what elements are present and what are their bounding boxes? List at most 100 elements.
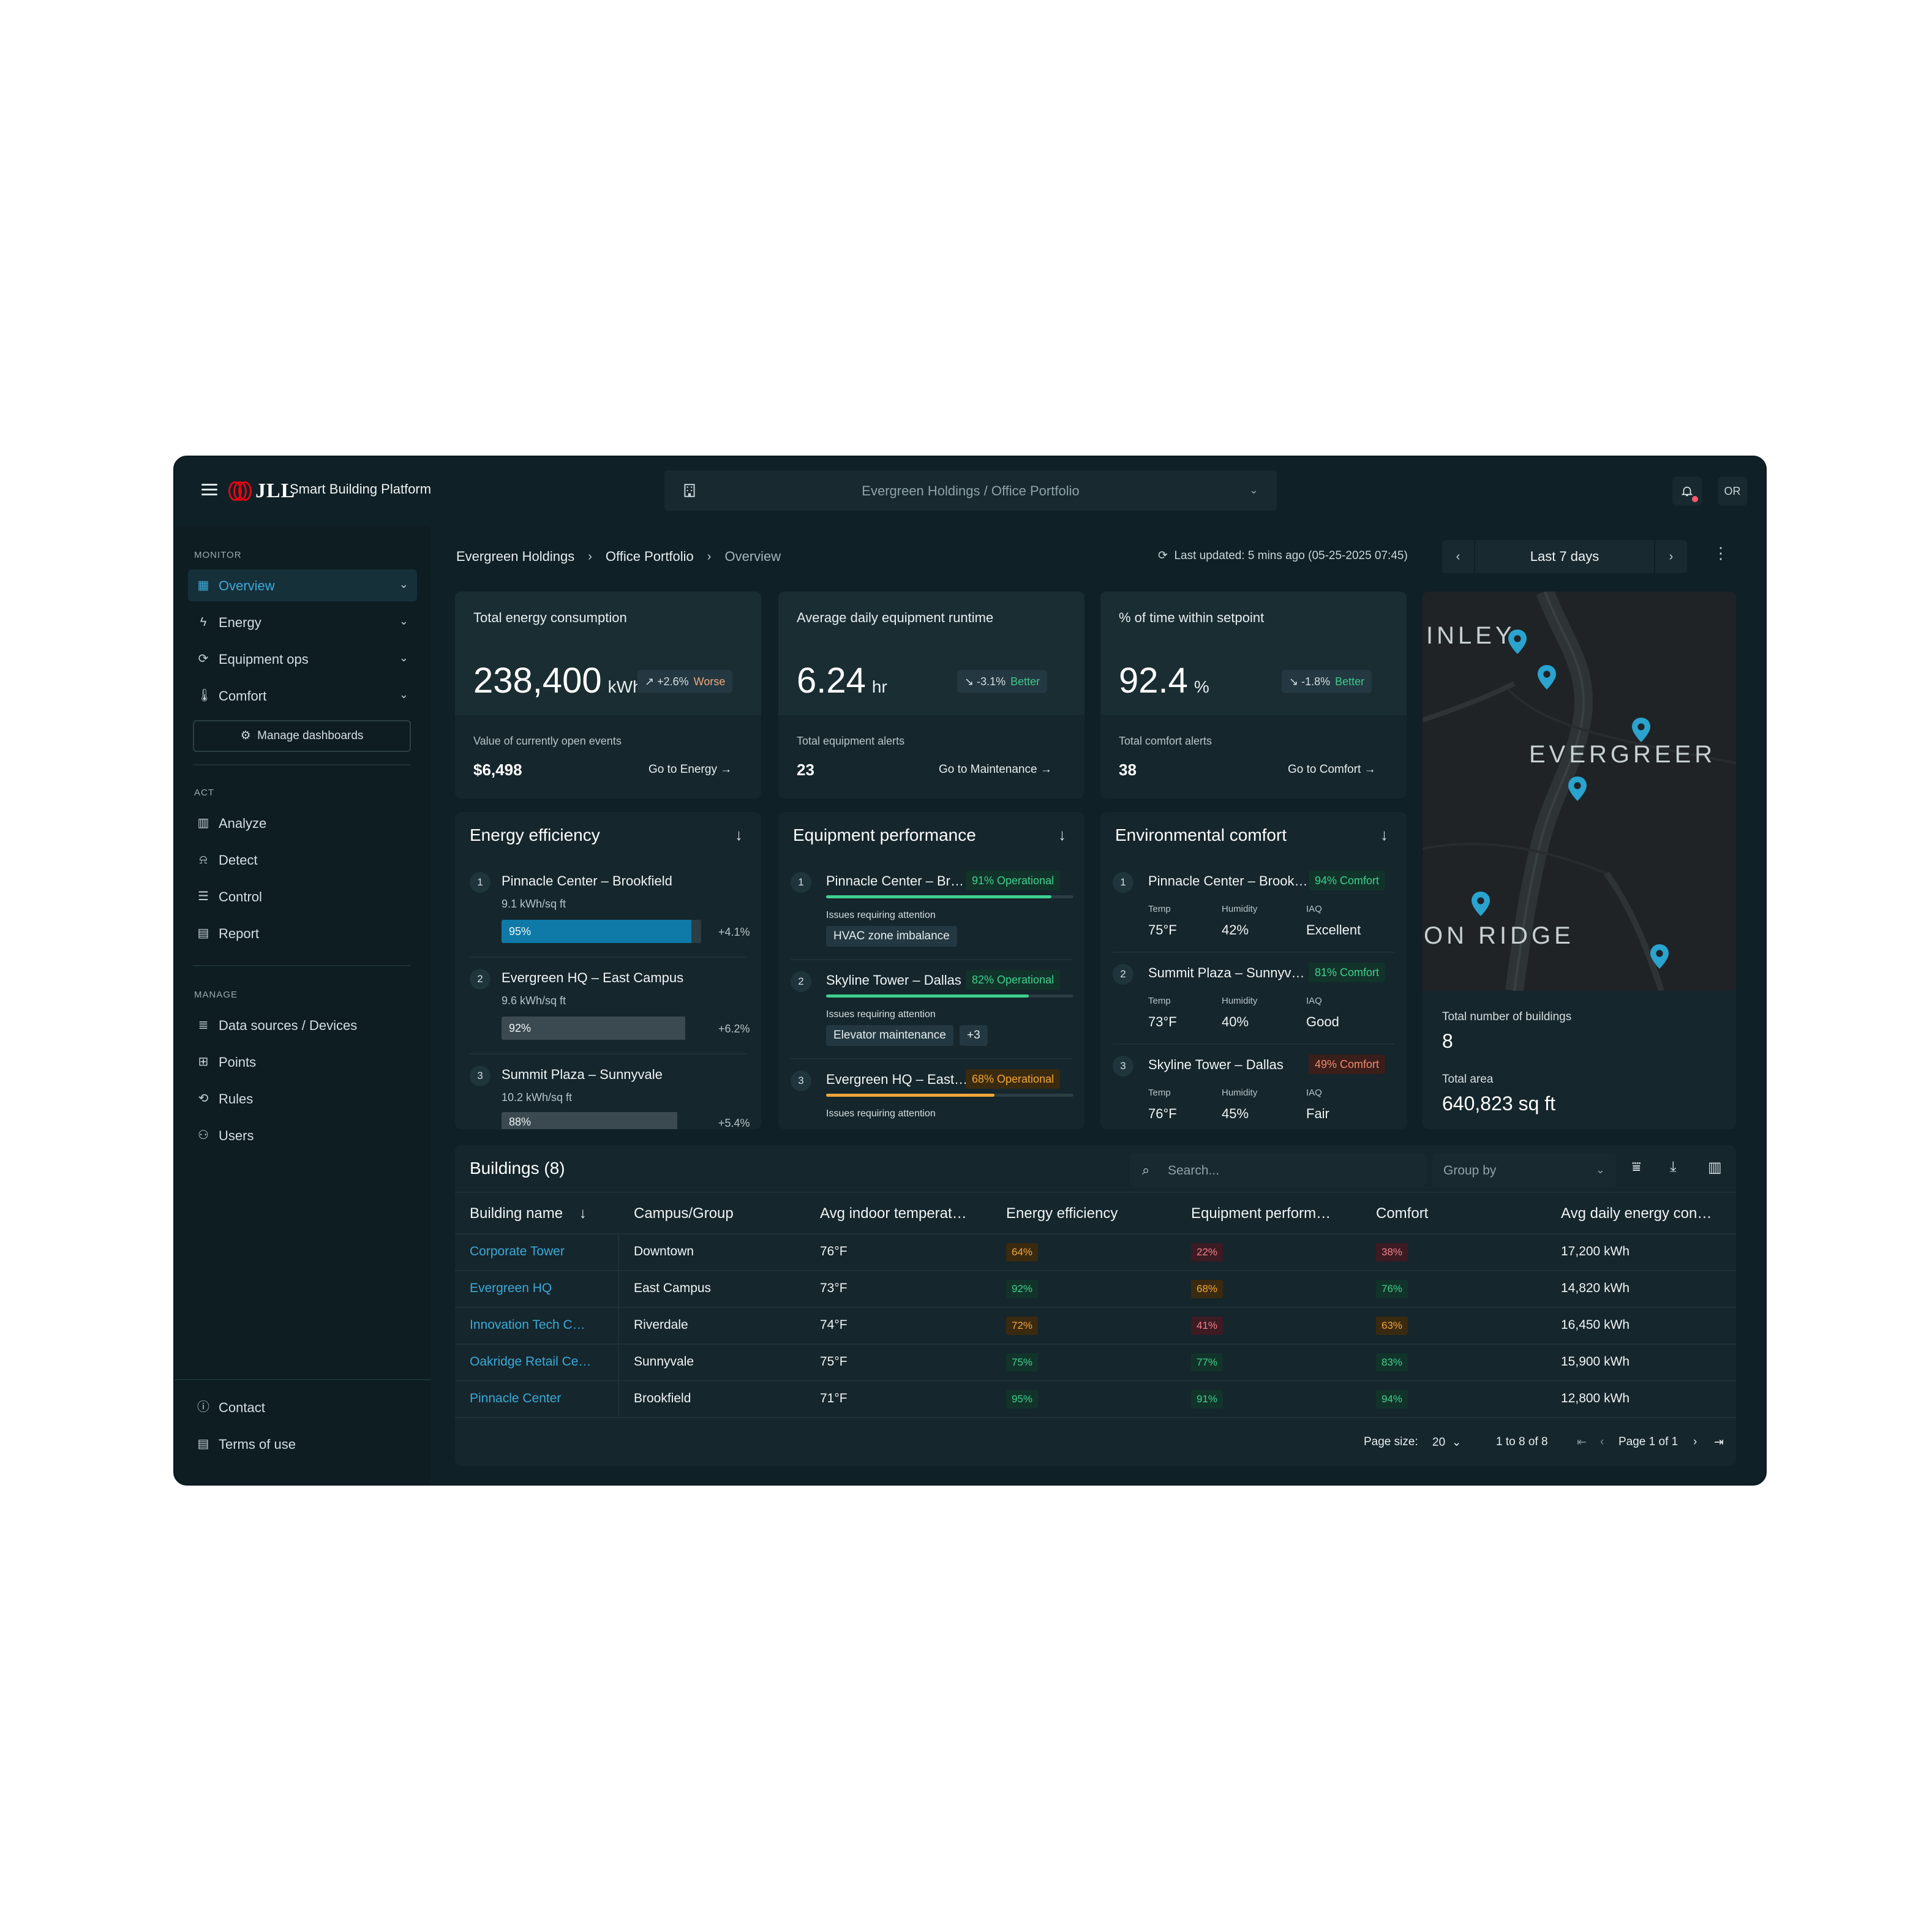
column-header-campus[interactable]: Campus/Group (634, 1205, 734, 1222)
building-link[interactable]: Corporate Tower (470, 1244, 565, 1259)
arrow-right-icon: → (720, 763, 732, 776)
sidebar-item-control[interactable]: ☰ Control (188, 881, 417, 912)
users-icon: ⚇ (198, 1129, 209, 1142)
avatar[interactable]: OR (1718, 476, 1747, 506)
search-input[interactable]: ⌕ Search... (1130, 1154, 1426, 1187)
more-issues-chip[interactable]: +3 (960, 1025, 988, 1046)
date-range-value[interactable]: Last 7 days (1474, 540, 1655, 573)
go-to-energy-link[interactable]: Go to Energy → (648, 763, 732, 776)
kpi-value: 92.4% (1119, 660, 1209, 701)
sidebar-item-rules[interactable]: ⟲ Rules (188, 1083, 417, 1114)
comfort-badge: 94% (1376, 1390, 1408, 1408)
refresh-icon[interactable]: ⟳ (1158, 549, 1168, 562)
sidebar-item-users[interactable]: ⚇ Users (188, 1119, 417, 1151)
map-pin-icon[interactable] (1632, 718, 1650, 742)
column-header-comfort[interactable]: Comfort (1376, 1205, 1428, 1222)
first-page-icon[interactable]: ⇤ (1577, 1435, 1587, 1449)
map-pin-icon[interactable] (1472, 892, 1490, 916)
manage-dashboards-button[interactable]: ⚙ Manage dashboards (193, 720, 411, 752)
efficiency-delta: +6.2% (718, 1023, 750, 1035)
group-by-select[interactable]: Group by ⌄ (1432, 1154, 1616, 1187)
column-header-building-name[interactable]: Building name ↓ (470, 1205, 587, 1222)
panel-title: Environmental comfort (1115, 825, 1287, 844)
chevron-left-icon[interactable]: ‹ (1600, 1435, 1604, 1449)
notifications-button[interactable] (1672, 476, 1702, 506)
efficiency-badge: 92% (1006, 1280, 1039, 1298)
sort-down-icon[interactable]: ↓ (1380, 825, 1388, 844)
sidebar-item-label: Data sources / Devices (219, 1018, 358, 1033)
column-header-equipment[interactable]: Equipment perform… (1191, 1205, 1331, 1222)
page-size-select[interactable]: 20 ⌄ (1432, 1435, 1462, 1449)
column-header-energy-efficiency[interactable]: Energy efficiency (1006, 1205, 1118, 1222)
last-page-icon[interactable]: ⇥ (1714, 1435, 1724, 1449)
sidebar-item-data-sources[interactable]: ≣ Data sources / Devices (188, 1009, 417, 1041)
map-pin-icon[interactable] (1538, 665, 1556, 690)
building-link[interactable]: Innovation Tech C… (470, 1318, 585, 1332)
go-to-maintenance-link[interactable]: Go to Maintenance → (939, 763, 1052, 776)
kpi-sub-label: Total comfort alerts (1119, 735, 1212, 747)
go-to-comfort-link[interactable]: Go to Comfort → (1288, 763, 1376, 776)
table-row[interactable]: Evergreen HQ East Campus 73°F 92% 68% 76… (455, 1271, 1736, 1307)
sidebar: MONITOR ▦ Overview ⌄ ϟ Energy ⌄ ⟳ Equipm… (175, 525, 432, 1484)
divider (175, 1379, 430, 1380)
table-row[interactable]: Innovation Tech C… Riverdale 74°F 72% 41… (455, 1308, 1736, 1344)
temp-cell: 75°F (820, 1355, 848, 1369)
table-row[interactable]: Pinnacle Center Brookfield 71°F 95% 91% … (455, 1381, 1736, 1417)
breadcrumb-item[interactable]: Office Portfolio (606, 549, 694, 565)
filter-icon[interactable]: ⩸ (1632, 1159, 1641, 1176)
sidebar-item-contact[interactable]: ⓘ Contact (188, 1391, 417, 1423)
trend-down-icon: ↘ (964, 675, 974, 688)
sidebar-item-overview[interactable]: ▦ Overview ⌄ (188, 569, 417, 601)
portfolio-map-card: INLEY EVERGREER ON RIDGE Total number of… (1423, 592, 1736, 1129)
sidebar-item-analyze[interactable]: ▥ Analyze (188, 807, 417, 839)
chevron-right-icon[interactable]: › (1655, 540, 1687, 573)
building-name: Summit Plaza – Sunnyv… (1148, 965, 1305, 980)
efficiency-delta: +5.4% (718, 1117, 750, 1129)
column-header-energy[interactable]: Avg daily energy con… (1561, 1205, 1712, 1222)
sort-down-icon[interactable]: ↓ (735, 825, 743, 844)
main-content: Evergreen Holdings › Office Portfolio › … (430, 525, 1765, 1484)
sidebar-item-equipment-ops[interactable]: ⟳ Equipment ops ⌄ (188, 643, 417, 675)
table-row[interactable]: Corporate Tower Downtown 76°F 64% 22% 38… (455, 1235, 1736, 1270)
building-link[interactable]: Oakridge Retail Ce… (470, 1355, 591, 1369)
column-header-temperature[interactable]: Avg indoor temperat… (820, 1205, 967, 1222)
equipment-badge: 68% (1191, 1280, 1223, 1298)
divider (193, 965, 411, 966)
efficiency-badge: 72% (1006, 1317, 1039, 1335)
sidebar-item-points[interactable]: ⊞ Points (188, 1046, 417, 1078)
sidebar-item-terms[interactable]: ▤ Terms of use (188, 1428, 417, 1460)
portfolio-select[interactable]: Evergreen Holdings / Office Portfolio ⌄ (664, 470, 1277, 511)
issue-chip[interactable]: Elevator maintenance (826, 1025, 953, 1046)
map-pin-icon[interactable] (1568, 776, 1587, 801)
download-icon[interactable]: ⤓ (1670, 1159, 1677, 1176)
building-link[interactable]: Evergreen HQ (470, 1281, 552, 1296)
divider (1113, 952, 1394, 953)
more-options-icon[interactable]: ⋮ (1713, 544, 1729, 563)
issue-chip[interactable]: HVAC zone imbalance (826, 926, 957, 947)
menu-icon[interactable] (201, 484, 217, 496)
sidebar-item-report[interactable]: ▤ Report (188, 917, 417, 949)
section-label-manage: MANAGE (194, 990, 238, 1000)
chevron-left-icon[interactable]: ‹ (1442, 540, 1474, 573)
sidebar-item-label: Comfort (219, 688, 267, 704)
kpi-trend-badge: ↗ +2.6% Worse (637, 670, 733, 693)
sort-down-icon[interactable]: ↓ (1058, 825, 1066, 844)
sidebar-item-energy[interactable]: ϟ Energy ⌄ (188, 606, 417, 638)
breadcrumb-item[interactable]: Evergreen Holdings (456, 549, 574, 565)
building-name: Evergreen HQ – East… (826, 1072, 968, 1087)
rules-icon: ⟲ (198, 1092, 209, 1105)
chevron-right-icon: › (588, 549, 592, 563)
building-link[interactable]: Pinnacle Center (470, 1391, 561, 1406)
humidity-value: 40% (1222, 1014, 1249, 1029)
map-pin-icon[interactable] (1650, 944, 1669, 969)
document-icon: ▤ (197, 1437, 209, 1451)
status-badge: 49% Comfort (1309, 1054, 1386, 1074)
sidebar-item-comfort[interactable]: 🌡 Comfort ⌄ (188, 680, 417, 712)
map-pin-icon[interactable] (1508, 630, 1527, 654)
page-size-label: Page size: (1364, 1435, 1418, 1448)
chevron-right-icon[interactable]: › (1693, 1435, 1697, 1449)
sidebar-item-label: Contact (219, 1400, 265, 1415)
table-row[interactable]: Oakridge Retail Ce… Sunnyvale 75°F 75% 7… (455, 1345, 1736, 1380)
sidebar-item-detect[interactable]: ⍾ Detect (188, 844, 417, 876)
columns-icon[interactable]: ▥ (1708, 1159, 1722, 1176)
